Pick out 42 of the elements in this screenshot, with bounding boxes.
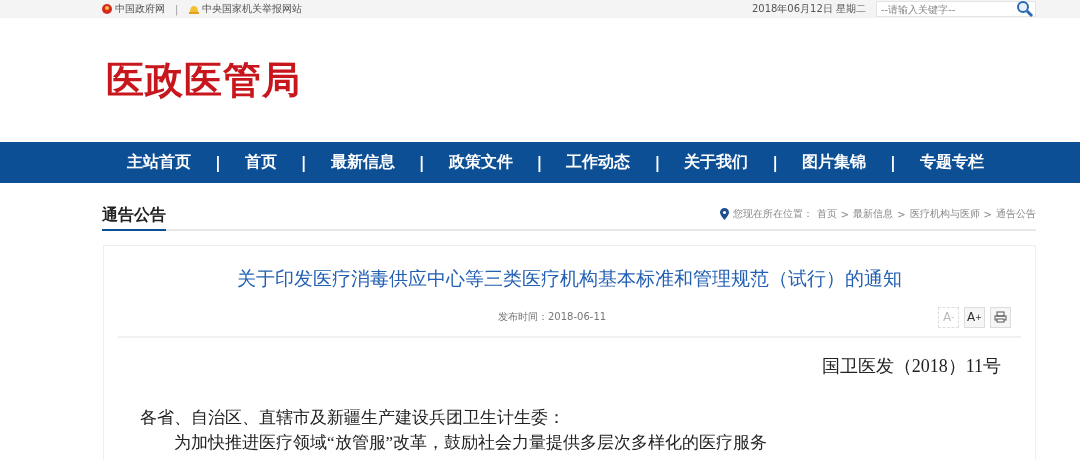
nav-separator: | (536, 153, 543, 172)
salutation-text: 各省、自治区、直辖市及新疆生产建设兵团卫生计生委： (140, 407, 566, 429)
breadcrumb-label: 您现在所在位置： (732, 207, 813, 221)
nav-link[interactable]: 专题专栏 (919, 152, 984, 173)
nav-link[interactable]: 首页 (244, 152, 277, 173)
breadcrumb-separator: > (897, 208, 906, 220)
breadcrumb-link[interactable]: 最新信息 (853, 207, 894, 221)
breadcrumb-separator: > (840, 208, 850, 220)
nav-separator: | (654, 153, 661, 172)
top-link[interactable]: 中国政府网 (115, 2, 165, 16)
date-text: 2018年06月12日 星期二 (751, 2, 866, 16)
nav-link[interactable]: 关于我们 (684, 152, 749, 173)
location-pin-icon (719, 208, 729, 220)
breadcrumb-separator: > (983, 208, 992, 220)
font-size-button[interactable]: A$^{+}$ (964, 306, 985, 328)
breadcrumb-link[interactable]: 通告公告 (996, 207, 1036, 221)
nav-link[interactable]: 图片集锦 (802, 152, 867, 173)
print-button[interactable] (990, 306, 1011, 328)
document-number: 国卫医发（2018）11号 (820, 355, 1001, 378)
bell-icon (188, 4, 200, 14)
separator: | (175, 3, 179, 15)
section-title: 通告公告 (102, 205, 166, 231)
nav-separator: | (890, 153, 896, 172)
breadcrumb-link[interactable]: 首页 (816, 207, 837, 221)
publish-date: 发布时间：2018-06-11 (498, 310, 607, 324)
body-paragraph: 为加快推进医疗领域“放管服”改革，鼓励社会力量提供多层次多样化的医疗服务 (174, 432, 769, 454)
breadcrumb-link[interactable]: 医疗机构与医师 (909, 207, 980, 221)
search-icon[interactable] (1016, 0, 1034, 18)
emblem-icon (102, 4, 112, 14)
nav-link[interactable]: 政策文件 (448, 152, 513, 173)
nav-link[interactable]: 工作动态 (566, 152, 631, 173)
site-logo[interactable]: 医政医管局 (106, 54, 301, 106)
article-title: 关于印发医疗消毒供应中心等三类医疗机构基本标准和管理规范（试行）的通知 (236, 266, 903, 291)
top-link[interactable]: 中央国家机关举报网站 (202, 2, 303, 16)
nav-link[interactable]: 主站首页 (127, 152, 191, 173)
nav-separator: | (215, 153, 221, 172)
nav-separator: | (418, 153, 425, 172)
printer-icon (994, 311, 1007, 323)
nav-separator: | (772, 153, 779, 172)
search-field[interactable]: --请输入关键字-- (876, 1, 1036, 17)
nav-link[interactable]: 最新信息 (330, 152, 395, 173)
nav-separator: | (300, 153, 307, 172)
